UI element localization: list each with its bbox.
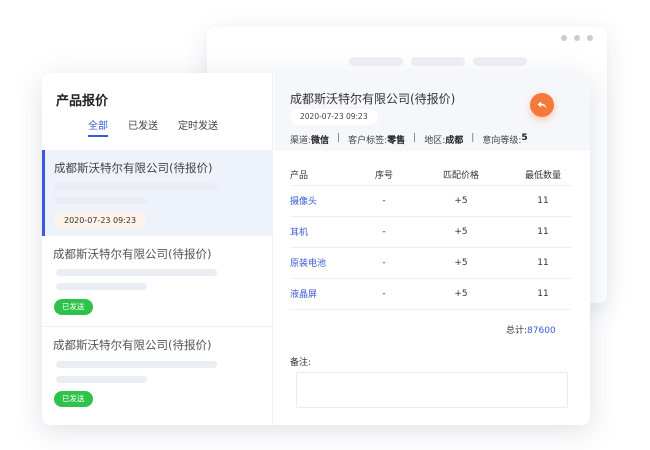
table-cell: - <box>360 216 408 248</box>
placeholder-bar <box>56 269 217 276</box>
filter-tabs: 全部 已发送 定时发送 <box>88 117 218 137</box>
channel-label: 渠道: <box>290 136 312 146</box>
table-cell: - <box>360 185 408 217</box>
table-cell: +5 <box>408 247 514 279</box>
window-dot-icon <box>561 35 567 41</box>
list-item-company: 成都斯沃特尔有限公司(待报价) <box>53 338 212 352</box>
intent-value: 5 <box>521 133 528 143</box>
region-label: 地区: <box>424 136 446 146</box>
placeholder-bar <box>411 57 465 66</box>
quote-list-panel: 产品报价 全部 已发送 定时发送 成都斯沃特尔有限公司(待报价) 2020-07… <box>42 73 273 425</box>
back-button[interactable] <box>530 93 554 117</box>
quote-card: 产品报价 全部 已发送 定时发送 成都斯沃特尔有限公司(待报价) 2020-07… <box>42 73 590 425</box>
window-dot-icon <box>587 35 593 41</box>
table-row: 液晶屏 - +5 11 <box>290 278 572 310</box>
tag-label: 客户标签: <box>348 136 388 146</box>
list-item-company: 成都斯沃特尔有限公司(待报价) <box>53 247 212 261</box>
region-value: 成都 <box>445 136 464 146</box>
total-amount: 总计:87600 <box>506 323 556 336</box>
status-badge: 已发送 <box>54 299 93 315</box>
list-item-company: 成都斯沃特尔有限公司(待报价) <box>54 161 213 175</box>
table-cell: 11 <box>514 247 572 279</box>
reply-arrow-icon <box>537 101 547 109</box>
list-item[interactable]: 成都斯沃特尔有限公司(待报价) 2020-07-23 09:23 <box>42 150 273 236</box>
table-cell: 11 <box>514 185 572 217</box>
table-cell: - <box>360 278 408 310</box>
total-label: 总计: <box>506 326 528 336</box>
placeholder-bar <box>349 57 403 66</box>
table-header-row: 产品 序号 匹配价格 最低数量 <box>290 165 572 186</box>
status-badge: 已发送 <box>54 391 93 407</box>
detail-date: 2020-07-23 09:23 <box>290 109 378 125</box>
meta-separator: | <box>337 133 341 143</box>
table-cell: +5 <box>408 185 514 217</box>
panel-title: 产品报价 <box>56 94 109 109</box>
placeholder-bar <box>54 183 217 190</box>
list-item-date: 2020-07-23 09:23 <box>54 212 147 229</box>
window-dot-icon <box>574 35 580 41</box>
tab-all[interactable]: 全部 <box>88 117 108 137</box>
product-link[interactable]: 摄像头 <box>290 185 360 217</box>
customer-meta: 渠道: 微信 | 客户标签: 零售 | 地区: 成都 | 意向等级: 5 <box>290 133 528 146</box>
column-header: 匹配价格 <box>408 165 514 186</box>
channel-value: 微信 <box>311 136 330 146</box>
notes-field[interactable] <box>296 372 568 408</box>
tag-value: 零售 <box>387 136 406 146</box>
placeholder-bar <box>56 376 147 383</box>
table-cell: 11 <box>514 216 572 248</box>
product-link[interactable]: 耳机 <box>290 216 360 248</box>
column-header: 序号 <box>360 165 408 186</box>
placeholder-bar <box>54 197 147 204</box>
placeholder-bar <box>56 283 147 290</box>
column-header: 产品 <box>290 165 360 186</box>
quote-detail-panel: 成都斯沃特尔有限公司(待报价) 2020-07-23 09:23 渠道: 微信 |… <box>274 73 590 425</box>
column-header: 最低数量 <box>514 165 572 186</box>
meta-separator: | <box>413 133 417 143</box>
detail-company: 成都斯沃特尔有限公司(待报价) <box>290 92 456 106</box>
list-item[interactable]: 成都斯沃特尔有限公司(待报价) 已发送 <box>42 327 273 425</box>
notes-label: 备注: <box>290 358 312 368</box>
total-value: 87600 <box>527 326 556 336</box>
table-cell: 11 <box>514 278 572 310</box>
detail-header: 成都斯沃特尔有限公司(待报价) 2020-07-23 09:23 渠道: 微信 |… <box>274 73 590 151</box>
table-row: 摄像头 - +5 11 <box>290 185 572 217</box>
table-row: 耳机 - +5 11 <box>290 216 572 248</box>
placeholder-bar <box>56 361 217 368</box>
intent-label: 意向等级: <box>482 136 522 146</box>
product-link[interactable]: 原装电池 <box>290 247 360 279</box>
product-link[interactable]: 液晶屏 <box>290 278 360 310</box>
placeholder-bar <box>473 57 527 66</box>
table-cell: +5 <box>408 278 514 310</box>
table-cell: - <box>360 247 408 279</box>
table-cell: +5 <box>408 216 514 248</box>
tab-scheduled[interactable]: 定时发送 <box>178 117 218 137</box>
table-row: 原装电池 - +5 11 <box>290 247 572 279</box>
window-dots <box>561 35 593 41</box>
product-table: 产品 序号 匹配价格 最低数量 摄像头 - +5 11 耳机 - +5 11 原… <box>290 165 572 310</box>
list-item[interactable]: 成都斯沃特尔有限公司(待报价) 已发送 <box>42 236 273 326</box>
meta-separator: | <box>471 133 475 143</box>
tab-sent[interactable]: 已发送 <box>128 117 158 137</box>
